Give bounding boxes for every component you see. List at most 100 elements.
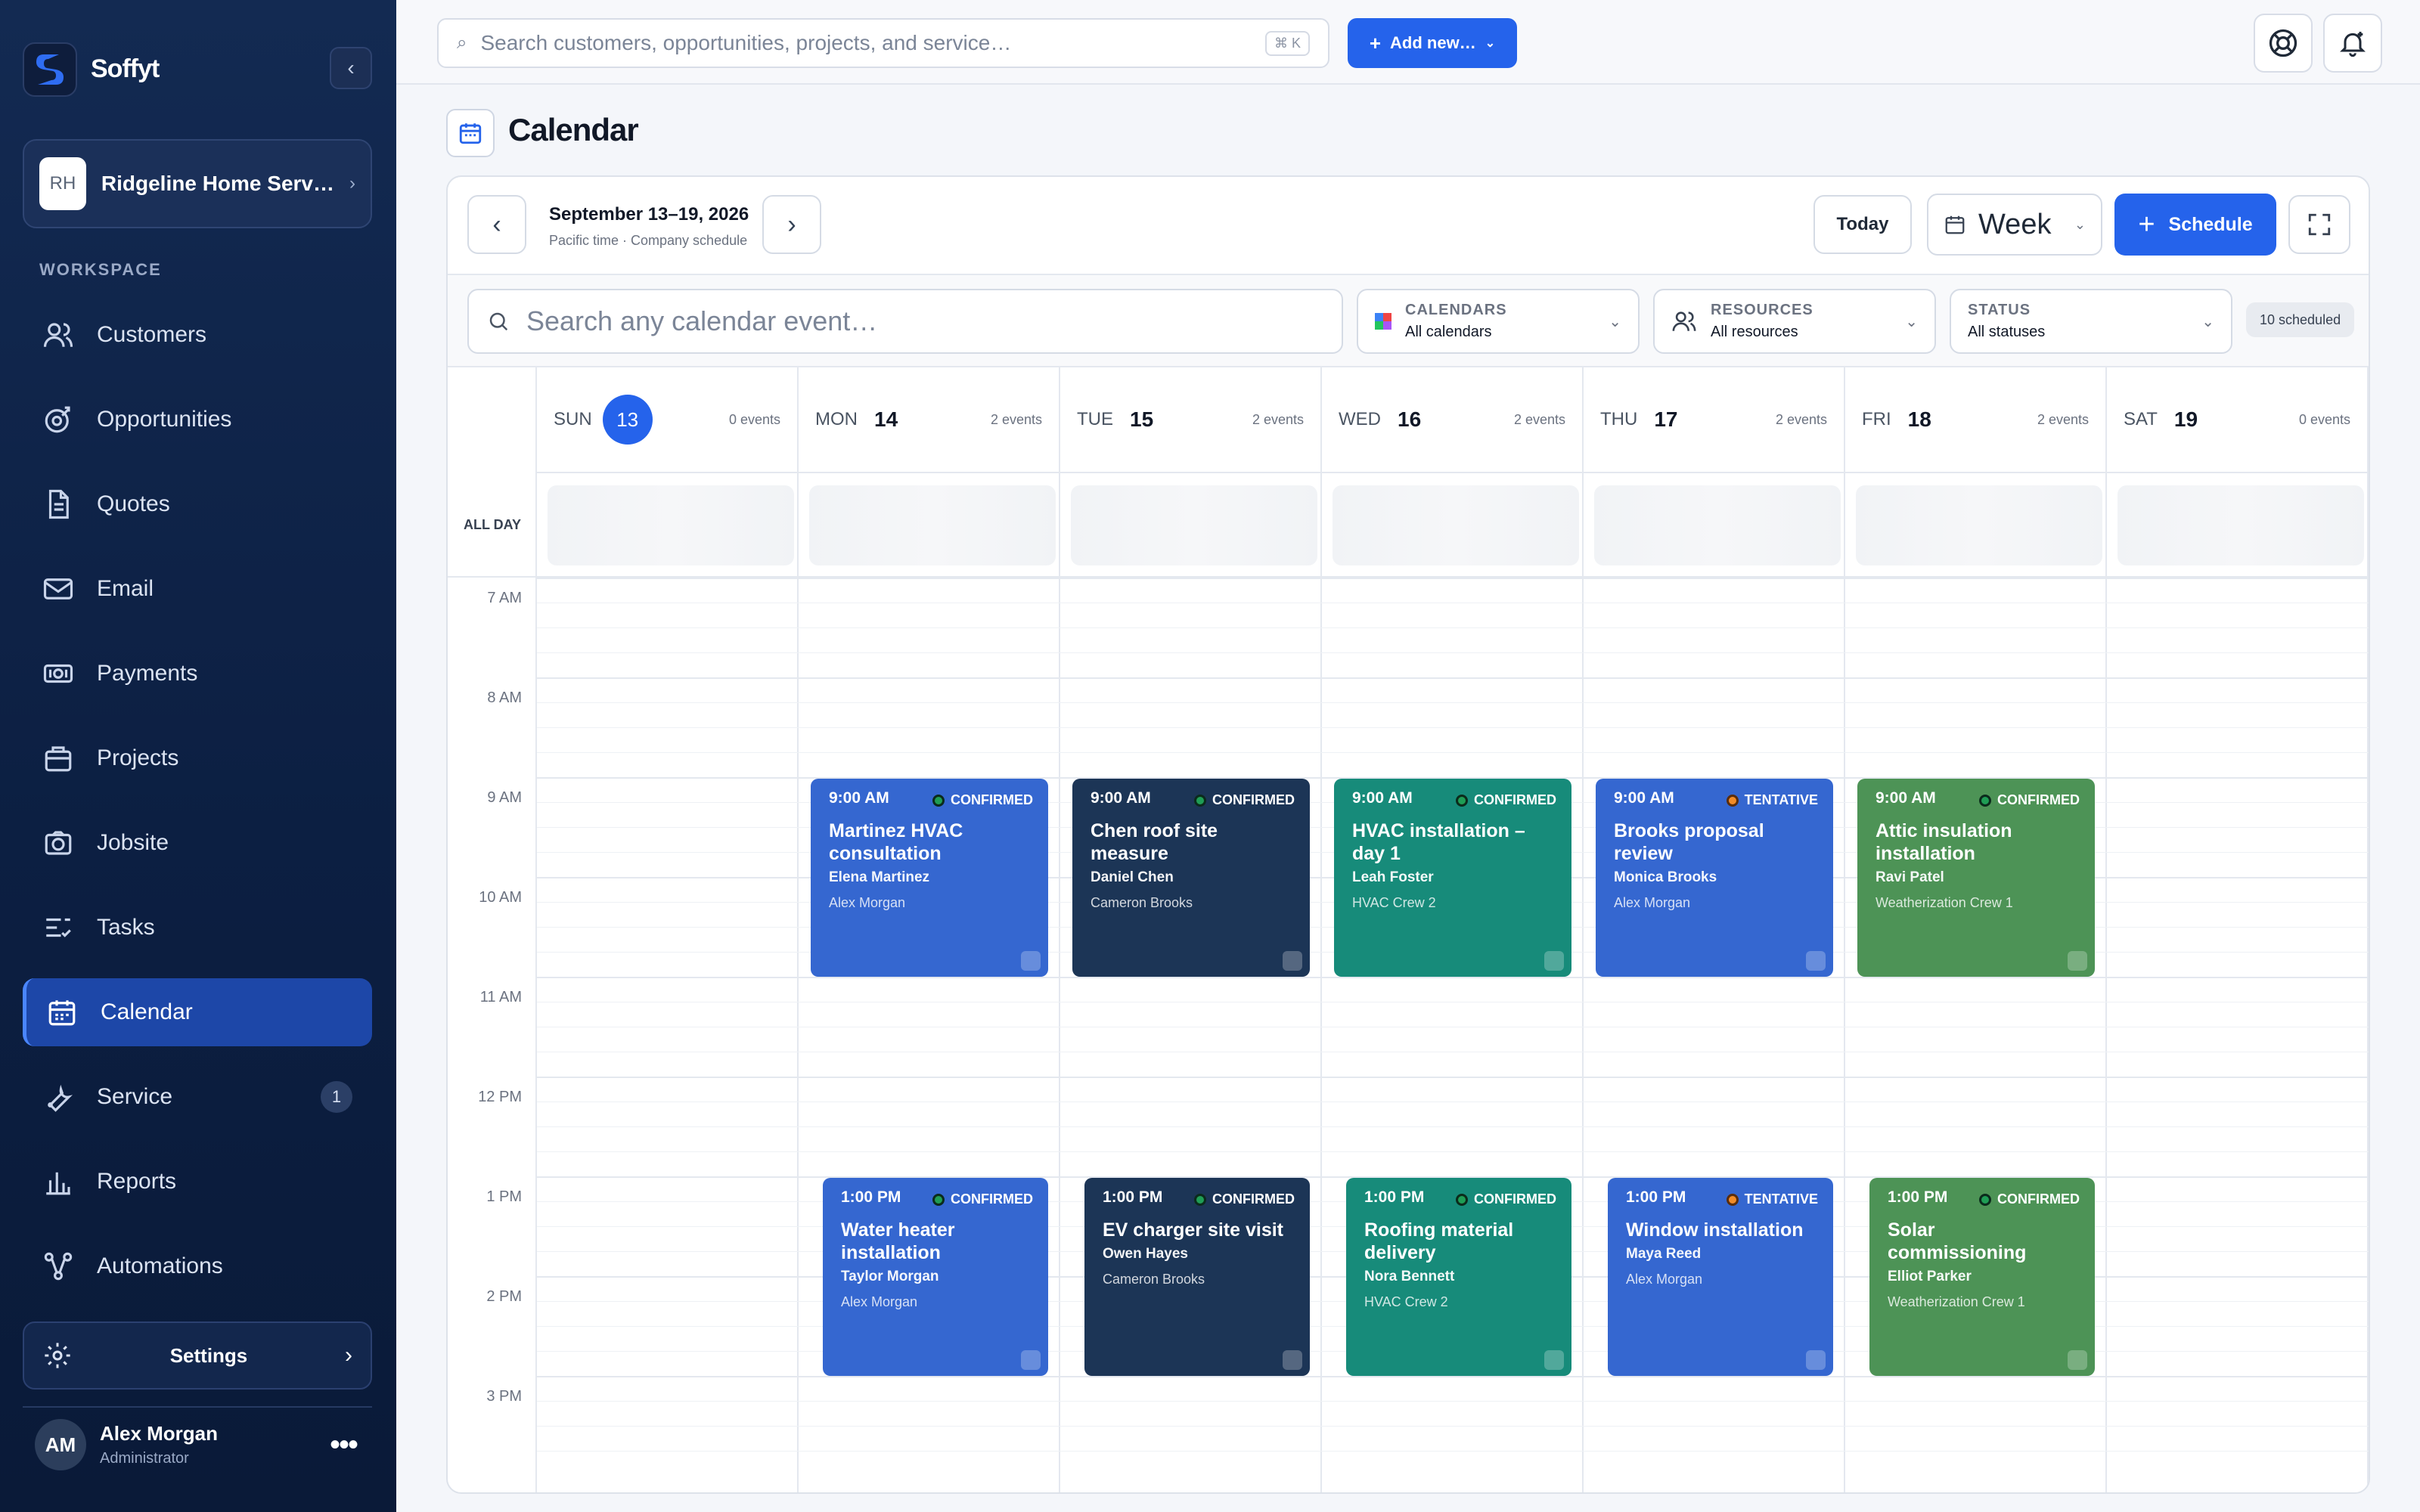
calendar-event[interactable]: 9:00 AM TENTATIVE Brooks proposal review Mo… — [1596, 779, 1833, 977]
calendar-event[interactable]: 9:00 AM CONFIRMED Martinez HVAC consultati… — [811, 779, 1048, 977]
day-event-count: 0 events — [728, 411, 780, 427]
sidebar-item-tasks[interactable]: Tasks — [23, 894, 372, 962]
all-day-slot[interactable] — [1322, 473, 1582, 578]
day-header[interactable]: FRI 18 2 events — [1845, 367, 2105, 473]
event-checkbox[interactable] — [1021, 1350, 1041, 1370]
day-header[interactable]: WED 16 2 events — [1322, 367, 1582, 473]
calendar-event[interactable]: 1:00 PM CONFIRMED EV charger site visit Owe… — [1084, 1178, 1310, 1376]
event-checkbox[interactable] — [1544, 1350, 1564, 1370]
hour-gridline — [537, 977, 2369, 978]
event-owner: Alex Morgan — [829, 895, 906, 910]
sidebar-item-projects[interactable]: Projects — [23, 724, 372, 792]
status-filter[interactable]: STATUS All statuses ⌄ — [1950, 289, 2232, 354]
day-header[interactable]: THU 17 2 events — [1584, 367, 1844, 473]
brand-logo-icon[interactable] — [23, 42, 77, 97]
next-week-button[interactable]: › — [762, 195, 821, 254]
sidebar-item-customers[interactable]: Customers — [23, 301, 372, 369]
sidebar-item-service[interactable]: Service 1 — [23, 1063, 372, 1131]
help-button[interactable] — [2254, 14, 2313, 73]
event-checkbox[interactable] — [1021, 951, 1041, 971]
global-search-input[interactable]: ⌕ Search customers, opportunities, proje… — [437, 18, 1329, 68]
user-profile[interactable]: AM Alex Morgan Administrator ••• — [23, 1406, 372, 1482]
hour-label: 2 PM — [486, 1288, 522, 1305]
event-checkbox[interactable] — [1544, 951, 1564, 971]
event-status: TENTATIVE — [1744, 792, 1818, 807]
all-day-placeholder — [1856, 485, 2102, 565]
today-button[interactable]: Today — [1813, 195, 1912, 254]
sidebar-item-calendar[interactable]: Calendar — [23, 978, 372, 1046]
all-day-slot[interactable] — [799, 473, 1059, 578]
event-checkbox[interactable] — [1283, 1350, 1302, 1370]
day-event-count: 2 events — [1252, 411, 1304, 427]
calendar-event[interactable]: 9:00 AM CONFIRMED Attic insulation install… — [1857, 779, 2095, 977]
event-title: Solar commissioning — [1888, 1219, 2027, 1263]
event-checkbox[interactable] — [1806, 951, 1826, 971]
calendars-filter[interactable]: CALENDARS All calendars ⌄ — [1357, 289, 1640, 354]
chevron-right-icon: › — [345, 1343, 352, 1368]
day-header[interactable]: MON 14 2 events — [799, 367, 1059, 473]
checklist-icon — [46, 918, 71, 937]
event-status-badge: CONFIRMED — [1194, 1191, 1295, 1207]
sidebar-item-label: Jobsite — [97, 830, 169, 855]
calendar-event[interactable]: 9:00 AM CONFIRMED Chen roof site measure Da… — [1072, 779, 1310, 977]
sidebar-item-reports[interactable]: Reports — [23, 1148, 372, 1216]
sidebar-item-payments[interactable]: Payments — [23, 640, 372, 708]
add-new-button[interactable]: + Add new… ⌄ — [1348, 18, 1517, 68]
sidebar-item-jobsite[interactable]: Jobsite — [23, 809, 372, 877]
event-checkbox[interactable] — [2068, 951, 2087, 971]
event-checkbox[interactable] — [1806, 1350, 1826, 1370]
target-icon — [45, 406, 70, 433]
calendar-card: ‹ September 13–19, 2026 Pacific time · C… — [446, 175, 2370, 1494]
chevron-down-icon: ⌄ — [1905, 313, 1918, 330]
more-options-icon[interactable]: ••• — [330, 1428, 358, 1462]
day-header[interactable]: TUE 15 2 events — [1060, 367, 1320, 473]
view-label: Week — [1978, 208, 2052, 240]
resources-filter[interactable]: RESOURCES All resources ⌄ — [1653, 289, 1936, 354]
schedule-button[interactable]: + Schedule — [2114, 194, 2276, 256]
status-dot-icon — [1194, 1193, 1206, 1206]
day-of-week: SUN — [554, 409, 592, 429]
event-checkbox[interactable] — [1283, 951, 1302, 971]
all-day-slot[interactable] — [537, 473, 797, 578]
sidebar-item-opportunities[interactable]: Opportunities — [23, 386, 372, 454]
hour-label: 8 AM — [487, 689, 522, 706]
notifications-button[interactable] — [2323, 14, 2382, 73]
day-column[interactable]: SUN 13 0 events — [537, 367, 799, 1492]
day-header[interactable]: SUN 13 0 events — [537, 367, 797, 473]
sidebar-item-email[interactable]: Email — [23, 555, 372, 623]
all-day-slot[interactable] — [1060, 473, 1320, 578]
settings-button[interactable]: Settings › — [23, 1321, 372, 1390]
user-name: Alex Morgan — [100, 1422, 219, 1445]
status-dot-icon — [1726, 794, 1739, 807]
sidebar-item-automations[interactable]: Automations — [23, 1232, 372, 1300]
sidebar: Soffyt ‹ RH Ridgeline Home Serv… › WORKS… — [0, 0, 396, 1512]
calendar-event[interactable]: 1:00 PM TENTATIVE Window installation Maya … — [1608, 1178, 1833, 1376]
event-search-input[interactable]: Search any calendar event… — [467, 289, 1343, 354]
user-role: Administrator — [100, 1450, 189, 1467]
collapse-sidebar-button[interactable]: ‹ — [330, 47, 372, 89]
chevron-down-icon: ⌄ — [2201, 313, 2214, 330]
calendar-event[interactable]: 1:00 PM CONFIRMED Solar commissioning Ellio… — [1869, 1178, 2095, 1376]
previous-week-button[interactable]: ‹ — [467, 195, 526, 254]
all-day-slot[interactable] — [2107, 473, 2367, 578]
fullscreen-button[interactable] — [2288, 195, 2350, 254]
service-count-badge: 1 — [321, 1081, 352, 1113]
all-day-slot[interactable] — [1845, 473, 2105, 578]
hour-label: 7 AM — [487, 590, 522, 606]
day-column[interactable]: SAT 19 0 events — [2107, 367, 2369, 1492]
calendar-event[interactable]: 1:00 PM CONFIRMED Roofing material deliver… — [1346, 1178, 1571, 1376]
event-checkbox[interactable] — [2068, 1350, 2087, 1370]
calendar-event[interactable]: 1:00 PM CONFIRMED Water heater installatio… — [823, 1178, 1048, 1376]
all-day-slot[interactable] — [1584, 473, 1844, 578]
org-name: Ridgeline Home Serv… — [101, 172, 334, 195]
calendar-event[interactable]: 9:00 AM CONFIRMED HVAC installation – day … — [1334, 779, 1571, 977]
bar-chart-icon — [46, 1172, 70, 1195]
view-select[interactable]: Week ⌄ — [1927, 194, 2102, 256]
sidebar-item-quotes[interactable]: Quotes — [23, 470, 372, 538]
hour-label: 1 PM — [486, 1188, 522, 1205]
page-title: Calendar — [508, 112, 639, 147]
document-icon — [48, 489, 69, 519]
organization-switcher[interactable]: RH Ridgeline Home Serv… › — [23, 139, 372, 228]
day-header[interactable]: SAT 19 0 events — [2107, 367, 2367, 473]
hour-gridline — [537, 677, 2369, 679]
